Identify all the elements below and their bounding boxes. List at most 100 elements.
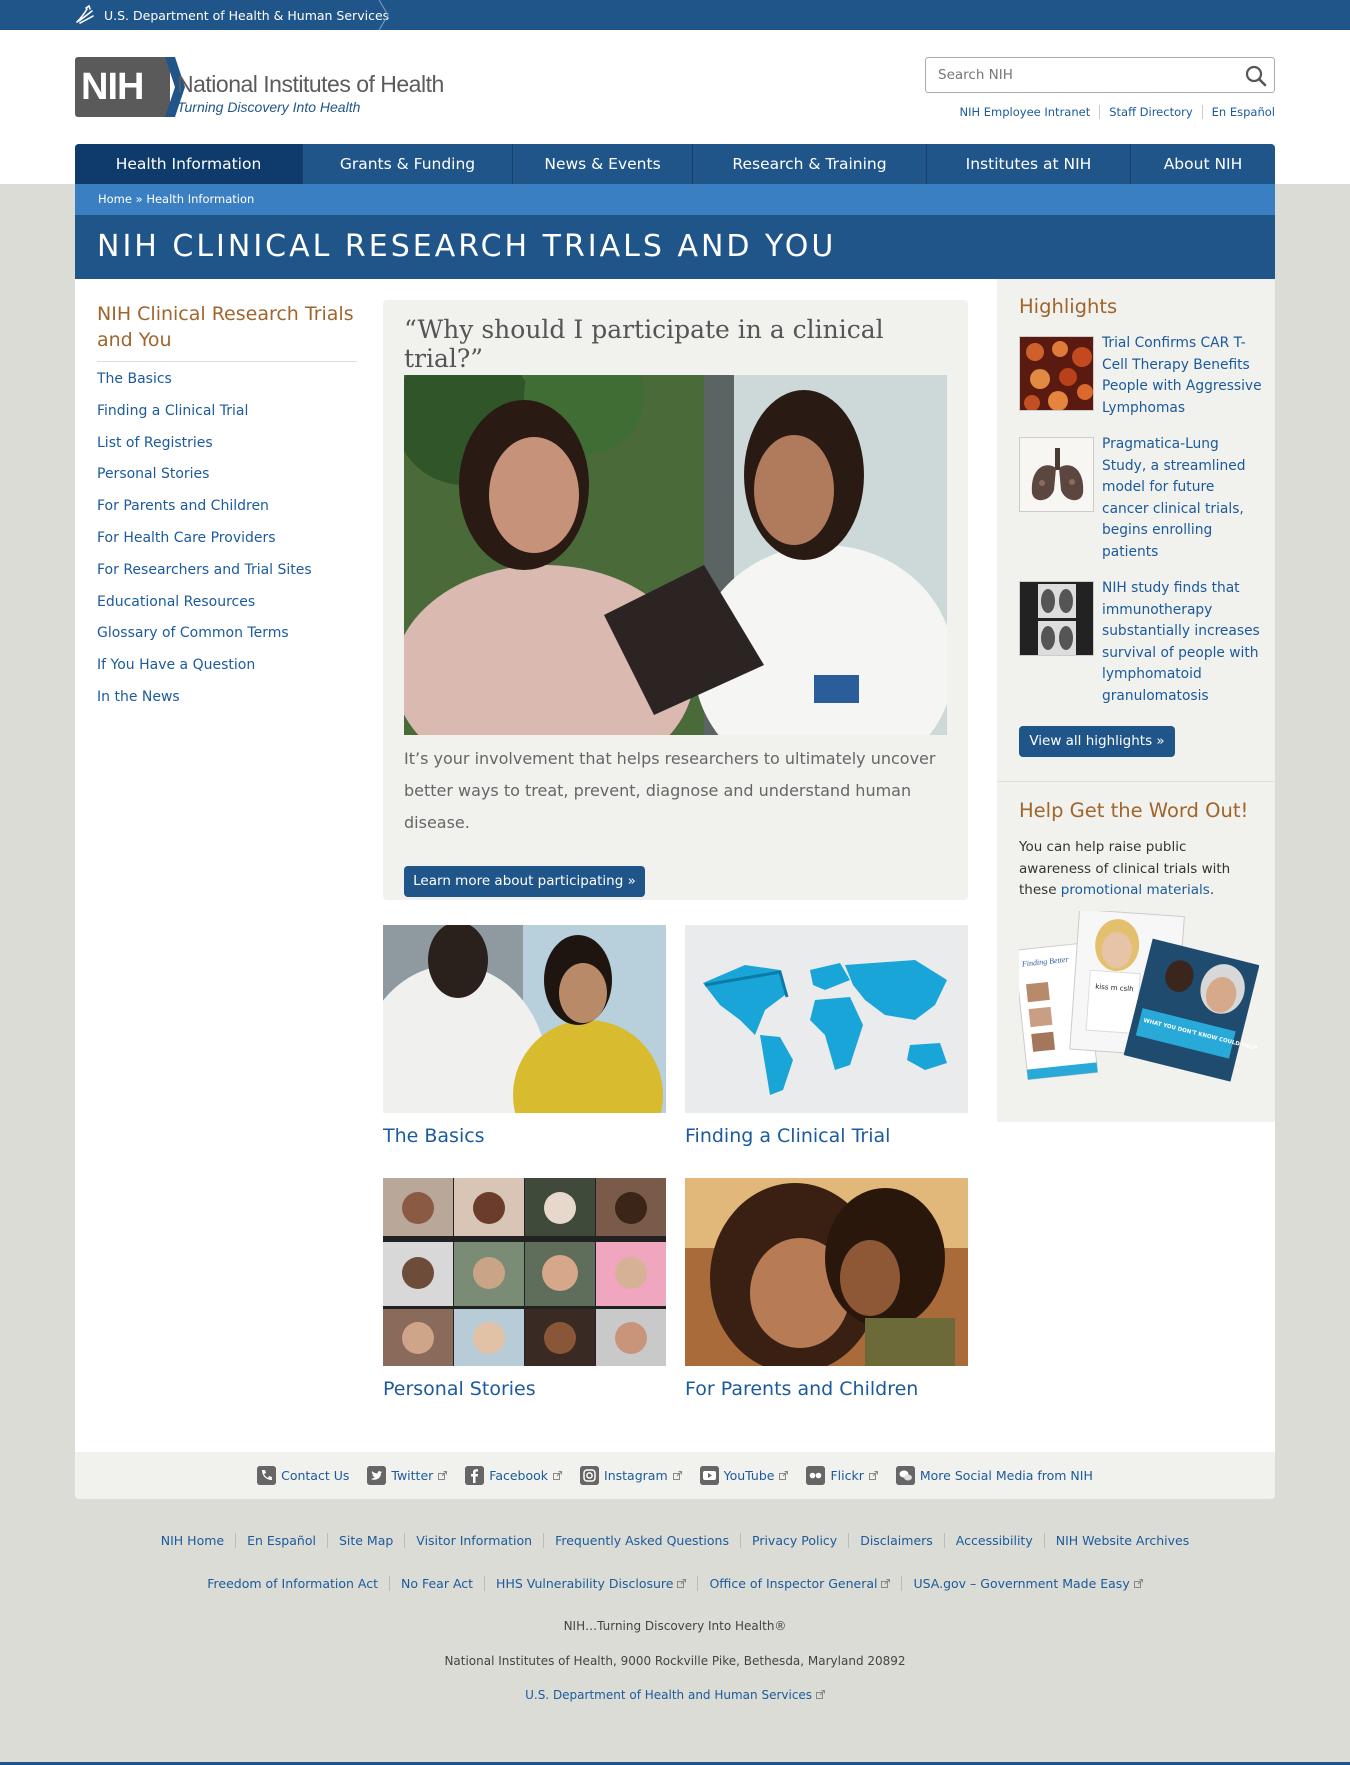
nih-logo[interactable]: NIH National Institutes of Health Turnin… — [75, 57, 475, 121]
hhs-label[interactable]: U.S. Department of Health & Human Servic… — [104, 8, 389, 23]
tile-label[interactable]: For Parents and Children — [685, 1378, 968, 1400]
external-link-icon — [779, 1471, 789, 1480]
social-label[interactable]: YouTube — [724, 1468, 775, 1483]
learn-more-button[interactable]: Learn more about participating » — [404, 866, 645, 897]
nav-research-training[interactable]: Research & Training — [693, 144, 927, 184]
util-link-espanol[interactable]: En Español — [1201, 105, 1275, 119]
tile-parents-children[interactable]: For Parents and Children — [685, 1178, 968, 1400]
highlight-thumbnail[interactable] — [1019, 437, 1094, 512]
footer-link[interactable]: Office of Inspector General — [697, 1576, 901, 1591]
footer-link[interactable]: NIH Website Archives — [1043, 1533, 1201, 1548]
sidebar-item-in-the-news[interactable]: In the News — [97, 689, 357, 721]
nav-news-events[interactable]: News & Events — [513, 144, 693, 184]
external-link-icon — [1133, 1579, 1143, 1588]
tile-image[interactable] — [383, 925, 666, 1113]
tile-label[interactable]: Personal Stories — [383, 1378, 666, 1400]
sidebar-nav: The Basics Finding a Clinical Trial List… — [97, 371, 357, 721]
feature-text: It’s your involvement that helps researc… — [404, 749, 936, 832]
footer-link[interactable]: Site Map — [326, 1533, 404, 1548]
footer-hhs-label[interactable]: U.S. Department of Health and Human Serv… — [525, 1688, 812, 1702]
nav-grants-funding[interactable]: Grants & Funding — [303, 144, 513, 184]
right-sidebar: Highlights Trial Confirms CAR T-Cell The… — [997, 279, 1275, 1122]
sidebar-item-educational-resources[interactable]: Educational Resources — [97, 594, 357, 626]
util-link-staff-directory[interactable]: Staff Directory — [1099, 105, 1201, 119]
footer-link-text[interactable]: USA.gov – Government Made Easy — [913, 1576, 1129, 1591]
footer-link[interactable]: HHS Vulnerability Disclosure — [484, 1576, 697, 1591]
social-label[interactable]: Twitter — [391, 1468, 433, 1483]
nav-about[interactable]: About NIH — [1131, 144, 1275, 184]
social-label[interactable]: More Social Media from NIH — [920, 1468, 1093, 1483]
breadcrumb-home[interactable]: Home — [98, 192, 132, 206]
footer-link-text[interactable]: Office of Inspector General — [709, 1576, 877, 1591]
social-label[interactable]: Instagram — [604, 1468, 668, 1483]
social-more[interactable]: More Social Media from NIH — [895, 1466, 1093, 1485]
tile-image[interactable] — [685, 925, 968, 1113]
tile-the-basics[interactable]: The Basics — [383, 925, 666, 1147]
feature-photo — [404, 375, 947, 735]
social-instagram[interactable]: Instagram — [580, 1466, 682, 1485]
tile-image[interactable] — [685, 1178, 968, 1366]
highlight-thumbnail[interactable] — [1019, 336, 1094, 411]
nav-health-information[interactable]: Health Information — [75, 144, 303, 184]
footer-link-text[interactable]: HHS Vulnerability Disclosure — [496, 1576, 673, 1591]
instagram-icon — [580, 1466, 600, 1485]
tile-finding-trial[interactable]: Finding a Clinical Trial — [685, 925, 968, 1147]
view-all-highlights-button[interactable]: View all highlights » — [1019, 726, 1175, 757]
hhs-link[interactable]: U.S. Department of Health & Human Servic… — [74, 0, 389, 30]
footer-links-secondary: Freedom of Information Act No Fear Act H… — [0, 1576, 1350, 1591]
sidebar-item-researchers[interactable]: For Researchers and Trial Sites — [97, 562, 357, 594]
highlight-item[interactable]: NIH study finds that immunotherapy subst… — [1019, 578, 1262, 711]
sidebar-item-question[interactable]: If You Have a Question — [97, 657, 357, 689]
sidebar-item-parents-children[interactable]: For Parents and Children — [97, 498, 357, 530]
sidebar-item-personal-stories[interactable]: Personal Stories — [97, 466, 357, 498]
highlight-link[interactable]: Pragmatica-Lung Study, a streamlined mod… — [1102, 434, 1262, 564]
promotional-materials-link[interactable]: promotional materials — [1061, 882, 1210, 898]
sidebar-item-finding-trial[interactable]: Finding a Clinical Trial — [97, 403, 357, 435]
tile-image[interactable] — [383, 1178, 666, 1366]
highlight-item[interactable]: Pragmatica-Lung Study, a streamlined mod… — [1019, 434, 1262, 567]
search-icon[interactable] — [1244, 64, 1268, 88]
logo-tagline: Turning Discovery Into Health — [177, 99, 361, 115]
flickr-icon — [806, 1466, 826, 1485]
footer-hhs-link[interactable]: U.S. Department of Health and Human Serv… — [0, 1688, 1350, 1702]
nav-institutes[interactable]: Institutes at NIH — [927, 144, 1131, 184]
footer-link[interactable]: En Español — [235, 1533, 327, 1548]
breadcrumb-current[interactable]: Health Information — [146, 192, 254, 206]
search-input[interactable] — [926, 58, 1226, 92]
footer-link[interactable]: Visitor Information — [404, 1533, 543, 1548]
footer-link[interactable]: Disclaimers — [848, 1533, 944, 1548]
highlight-item[interactable]: Trial Confirms CAR T-Cell Therapy Benefi… — [1019, 333, 1262, 421]
footer-link[interactable]: No Fear Act — [389, 1576, 484, 1591]
tile-personal-stories[interactable]: Personal Stories — [383, 1178, 666, 1400]
footer-link[interactable]: Accessibility — [943, 1533, 1044, 1548]
social-youtube[interactable]: YouTube — [699, 1466, 789, 1485]
promotional-materials-image[interactable]: Finding Better kiss m cslh WHAT YOU DON'… — [1013, 908, 1274, 1091]
highlight-link[interactable]: NIH study finds that immunotherapy subst… — [1102, 578, 1262, 708]
tile-label[interactable]: Finding a Clinical Trial — [685, 1125, 968, 1147]
sidebar-item-health-care-providers[interactable]: For Health Care Providers — [97, 530, 357, 562]
footer-link[interactable]: Frequently Asked Questions — [543, 1533, 740, 1548]
social-label[interactable]: Contact Us — [281, 1468, 349, 1483]
footer-link[interactable]: NIH Home — [150, 1533, 235, 1548]
logo-abbr: NIH — [75, 57, 170, 117]
chat-bubbles-icon — [895, 1466, 915, 1485]
main-content: NIH Clinical Research Trials and You The… — [75, 279, 1275, 1452]
tile-label[interactable]: The Basics — [383, 1125, 666, 1147]
hhs-eagle-icon — [76, 4, 94, 24]
social-contact[interactable]: Contact Us — [257, 1466, 349, 1485]
social-flickr[interactable]: Flickr — [806, 1466, 878, 1485]
sidebar-item-basics[interactable]: The Basics — [97, 371, 357, 403]
footer-link[interactable]: Freedom of Information Act — [196, 1576, 389, 1591]
social-facebook[interactable]: Facebook — [465, 1466, 563, 1485]
footer-link[interactable]: Privacy Policy — [740, 1533, 848, 1548]
main-nav: Health Information Grants & Funding News… — [75, 144, 1275, 184]
social-label[interactable]: Flickr — [830, 1468, 863, 1483]
social-twitter[interactable]: Twitter — [367, 1466, 448, 1485]
sidebar-item-glossary[interactable]: Glossary of Common Terms — [97, 625, 357, 657]
social-label[interactable]: Facebook — [489, 1468, 548, 1483]
util-link-intranet[interactable]: NIH Employee Intranet — [950, 105, 1099, 119]
highlight-thumbnail[interactable] — [1019, 581, 1094, 656]
highlight-link[interactable]: Trial Confirms CAR T-Cell Therapy Benefi… — [1102, 333, 1262, 419]
footer-link[interactable]: USA.gov – Government Made Easy — [901, 1576, 1153, 1591]
sidebar-item-registries[interactable]: List of Registries — [97, 435, 357, 467]
